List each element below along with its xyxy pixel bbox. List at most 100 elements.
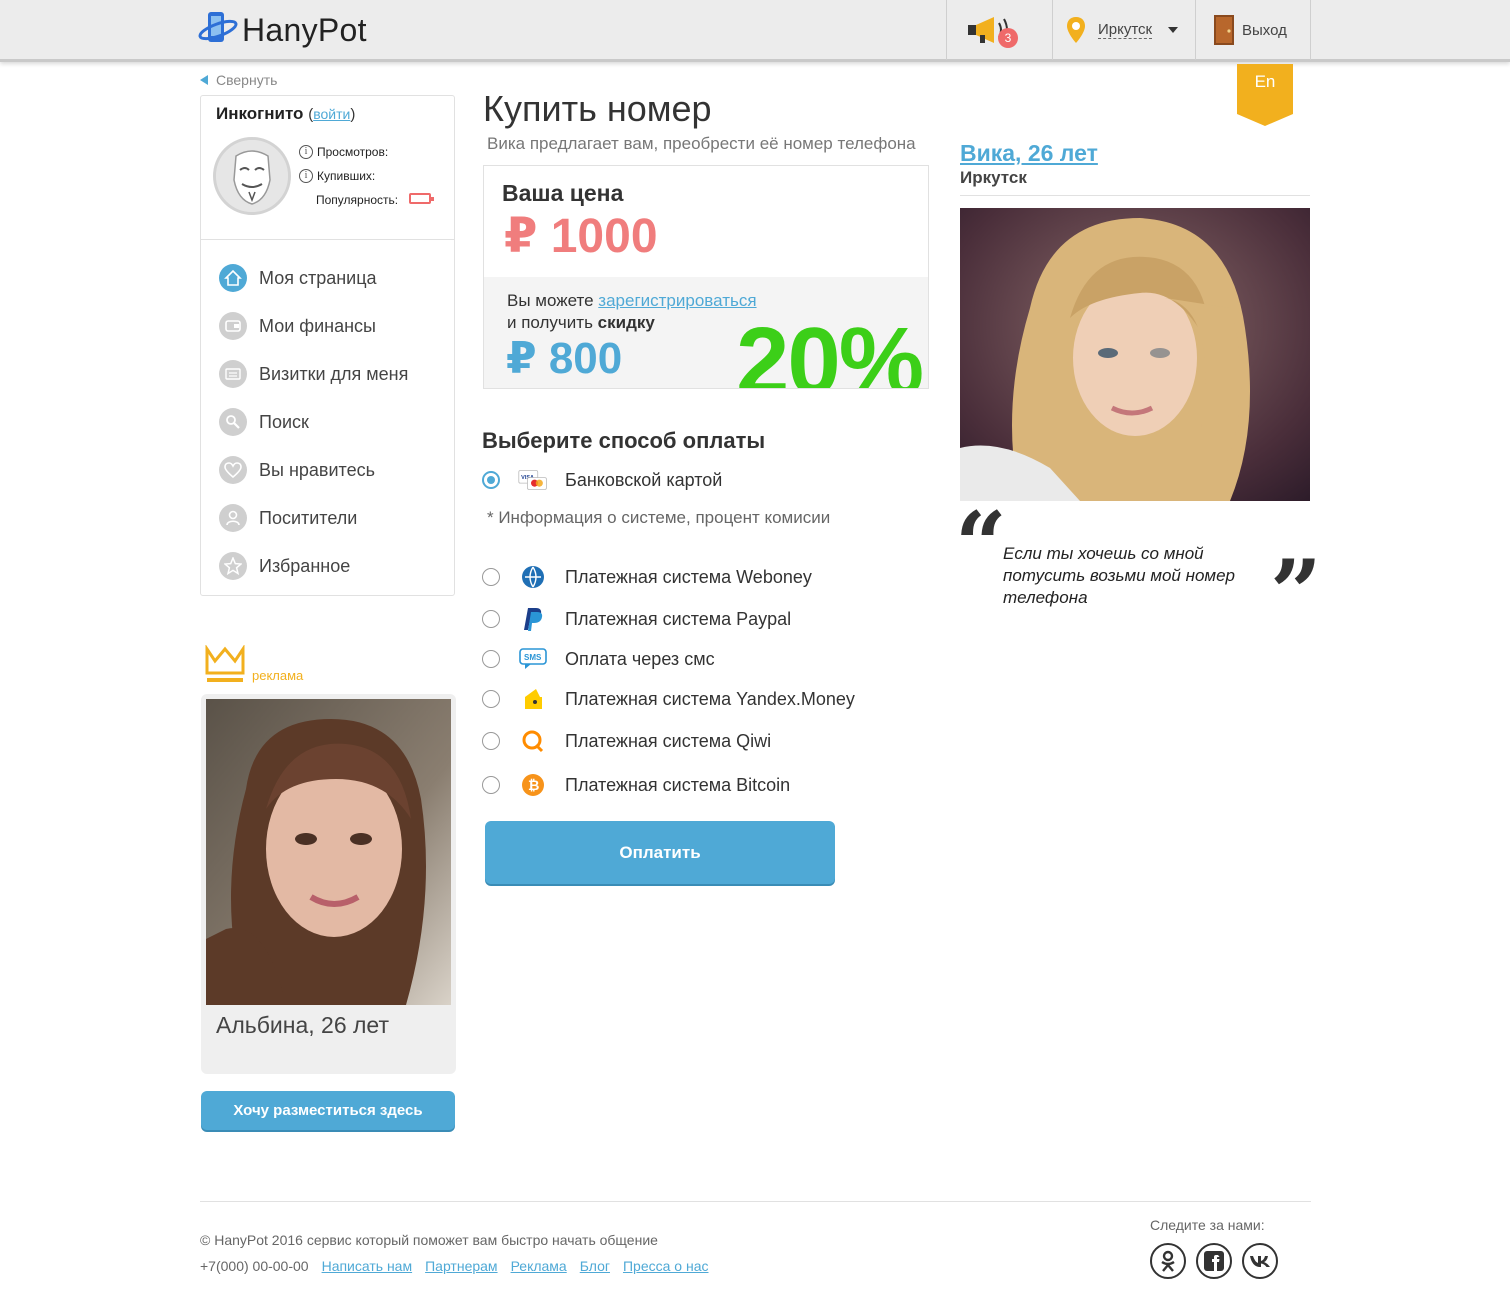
odnoklassniki-icon[interactable] xyxy=(1150,1243,1186,1279)
ad-card[interactable]: Альбина, 26 лет xyxy=(201,694,456,1074)
footer-divider xyxy=(200,1201,1311,1202)
paypal-icon xyxy=(518,606,548,632)
page-title: Купить номер xyxy=(483,88,712,129)
payment-title: Выберите способ оплаты xyxy=(482,428,766,453)
sidebar-item-label: Поиск xyxy=(259,411,309,432)
language-switch[interactable]: En xyxy=(1237,64,1293,126)
price-label: Ваша цена xyxy=(502,180,624,206)
payment-option-qiwi[interactable]: Платежная система Qiwi xyxy=(482,728,771,754)
sidebar-menu: Моя страница Мои финансы Визитки для мен… xyxy=(219,254,408,590)
heart-icon xyxy=(219,456,247,484)
payment-label: Платежная система Yandex.Money xyxy=(565,688,855,709)
radio-button[interactable] xyxy=(482,732,500,750)
mask-icon xyxy=(216,140,288,212)
radio-button[interactable] xyxy=(482,690,500,708)
notifications-button[interactable]: 3 xyxy=(966,0,1026,60)
header-divider xyxy=(946,0,947,60)
sidebar-item-my-page[interactable]: Моя страница xyxy=(219,254,408,302)
sidebar-item-search[interactable]: Поиск xyxy=(219,398,408,446)
sidebar-item-visitors[interactable]: Поситители xyxy=(219,494,408,542)
payment-label: Оплата через смс xyxy=(565,648,715,669)
logo[interactable]: HanyPot xyxy=(198,8,367,52)
payment-option-bitcoin[interactable]: ₿ Платежная система Bitcoin xyxy=(482,772,790,798)
radio-button[interactable] xyxy=(482,650,500,668)
discount-percent: 20% xyxy=(736,308,924,389)
sidebar-item-finances[interactable]: Мои финансы xyxy=(219,302,408,350)
sidebar-item-label: Мои финансы xyxy=(259,315,376,336)
ad-photo xyxy=(206,699,451,1005)
pay-button[interactable]: Оплатить xyxy=(485,821,835,884)
price-value: ₽ 1000 xyxy=(504,210,658,263)
footer-copyright: © HanyPot 2016 сервис который поможет ва… xyxy=(200,1232,658,1248)
footer-link-press[interactable]: Пресса о нас xyxy=(623,1258,709,1274)
header-divider xyxy=(1195,0,1196,60)
footer-link-partners[interactable]: Партнерам xyxy=(425,1258,497,1274)
bitcoin-icon: ₿ xyxy=(518,772,548,798)
register-link[interactable]: зарегистрироваться xyxy=(598,291,756,310)
footer-link-ads[interactable]: Реклама xyxy=(511,1258,567,1274)
radio-button[interactable] xyxy=(482,568,500,586)
exit-button[interactable]: Выход xyxy=(1212,0,1287,60)
payment-option-webmoney[interactable]: Платежная система Weboney xyxy=(482,564,812,590)
facebook-icon[interactable] xyxy=(1196,1243,1232,1279)
discount-prefix: Вы можете xyxy=(507,291,594,310)
place-ad-button[interactable]: Хочу разместиться здесь xyxy=(201,1091,455,1130)
header-divider xyxy=(1052,0,1053,60)
bank-card-icon: VISA xyxy=(518,467,548,493)
follow-label: Следите за нами: xyxy=(1150,1217,1265,1233)
sms-icon: SMS xyxy=(518,646,548,672)
discount-line2-prefix: и получить xyxy=(507,313,593,332)
profile-photo[interactable] xyxy=(960,208,1310,501)
yandex-money-icon xyxy=(518,686,548,712)
sidebar-item-favorites[interactable]: Избранное xyxy=(219,542,408,590)
radio-button[interactable] xyxy=(482,776,500,794)
notification-badge: 3 xyxy=(998,28,1018,48)
radio-button[interactable] xyxy=(482,471,500,489)
vk-icon[interactable] xyxy=(1242,1243,1278,1279)
ad-label: реклама xyxy=(252,668,304,683)
crown-icon xyxy=(205,644,245,690)
profile-name-link[interactable]: Вика, 26 лет xyxy=(960,140,1098,167)
sidebar-item-label: Моя страница xyxy=(259,267,377,288)
sidebar-item-label: Избранное xyxy=(259,555,351,576)
sidebar-item-label: Поситители xyxy=(259,507,358,528)
footer-link-contact[interactable]: Написать нам xyxy=(322,1258,413,1274)
chevron-down-icon xyxy=(1168,27,1179,33)
payment-option-sms[interactable]: SMS Оплата через смс xyxy=(482,646,715,672)
user-name-text: Инкогнито xyxy=(216,104,304,123)
user-icon xyxy=(219,504,247,532)
login-link[interactable]: войти xyxy=(313,106,350,122)
discount-price: ₽ 800 xyxy=(506,334,623,383)
popularity-stat: Популярность: xyxy=(316,193,398,207)
discount-area: Вы можете зарегистрироваться и получить … xyxy=(484,277,928,389)
page-subtitle: Вика предлагает вам, преобрести её номер… xyxy=(487,134,916,153)
avatar xyxy=(213,137,291,215)
collapse-sidebar-link[interactable]: Свернуть xyxy=(200,72,277,88)
payment-info[interactable]: * Информация о системе, процент комисии xyxy=(487,508,830,528)
door-icon xyxy=(1214,15,1234,45)
payment-option-card[interactable]: VISA Банковской картой xyxy=(482,467,722,493)
views-stat: i Просмотров: xyxy=(299,145,388,159)
sidebar-item-cards[interactable]: Визитки для меня xyxy=(219,350,408,398)
sidebar-item-likes[interactable]: Вы нравитесь xyxy=(219,446,408,494)
webmoney-icon xyxy=(518,564,548,590)
header-divider xyxy=(1310,0,1311,60)
city-name: Иркутск xyxy=(1098,21,1153,39)
exit-label: Выход xyxy=(1242,21,1287,39)
paren-close: ) xyxy=(350,106,356,123)
views-label: Просмотров: xyxy=(317,145,389,159)
popularity-label: Популярность: xyxy=(316,193,399,207)
home-icon xyxy=(219,264,247,292)
info-icon: i xyxy=(299,145,313,159)
card-icon xyxy=(219,360,247,388)
wallet-icon xyxy=(219,312,247,340)
payment-label: Платежная система Qiwi xyxy=(565,730,772,751)
payment-option-yandex[interactable]: Платежная система Yandex.Money xyxy=(482,686,855,712)
svg-text:SMS: SMS xyxy=(524,653,542,662)
radio-button[interactable] xyxy=(482,610,500,628)
payment-label: Платежная система Weboney xyxy=(565,566,812,587)
arrow-left-icon xyxy=(200,75,208,85)
payment-option-paypal[interactable]: Платежная система Paypal xyxy=(482,606,791,632)
city-selector[interactable]: Иркутск xyxy=(1066,0,1179,60)
footer-link-blog[interactable]: Блог xyxy=(580,1258,610,1274)
